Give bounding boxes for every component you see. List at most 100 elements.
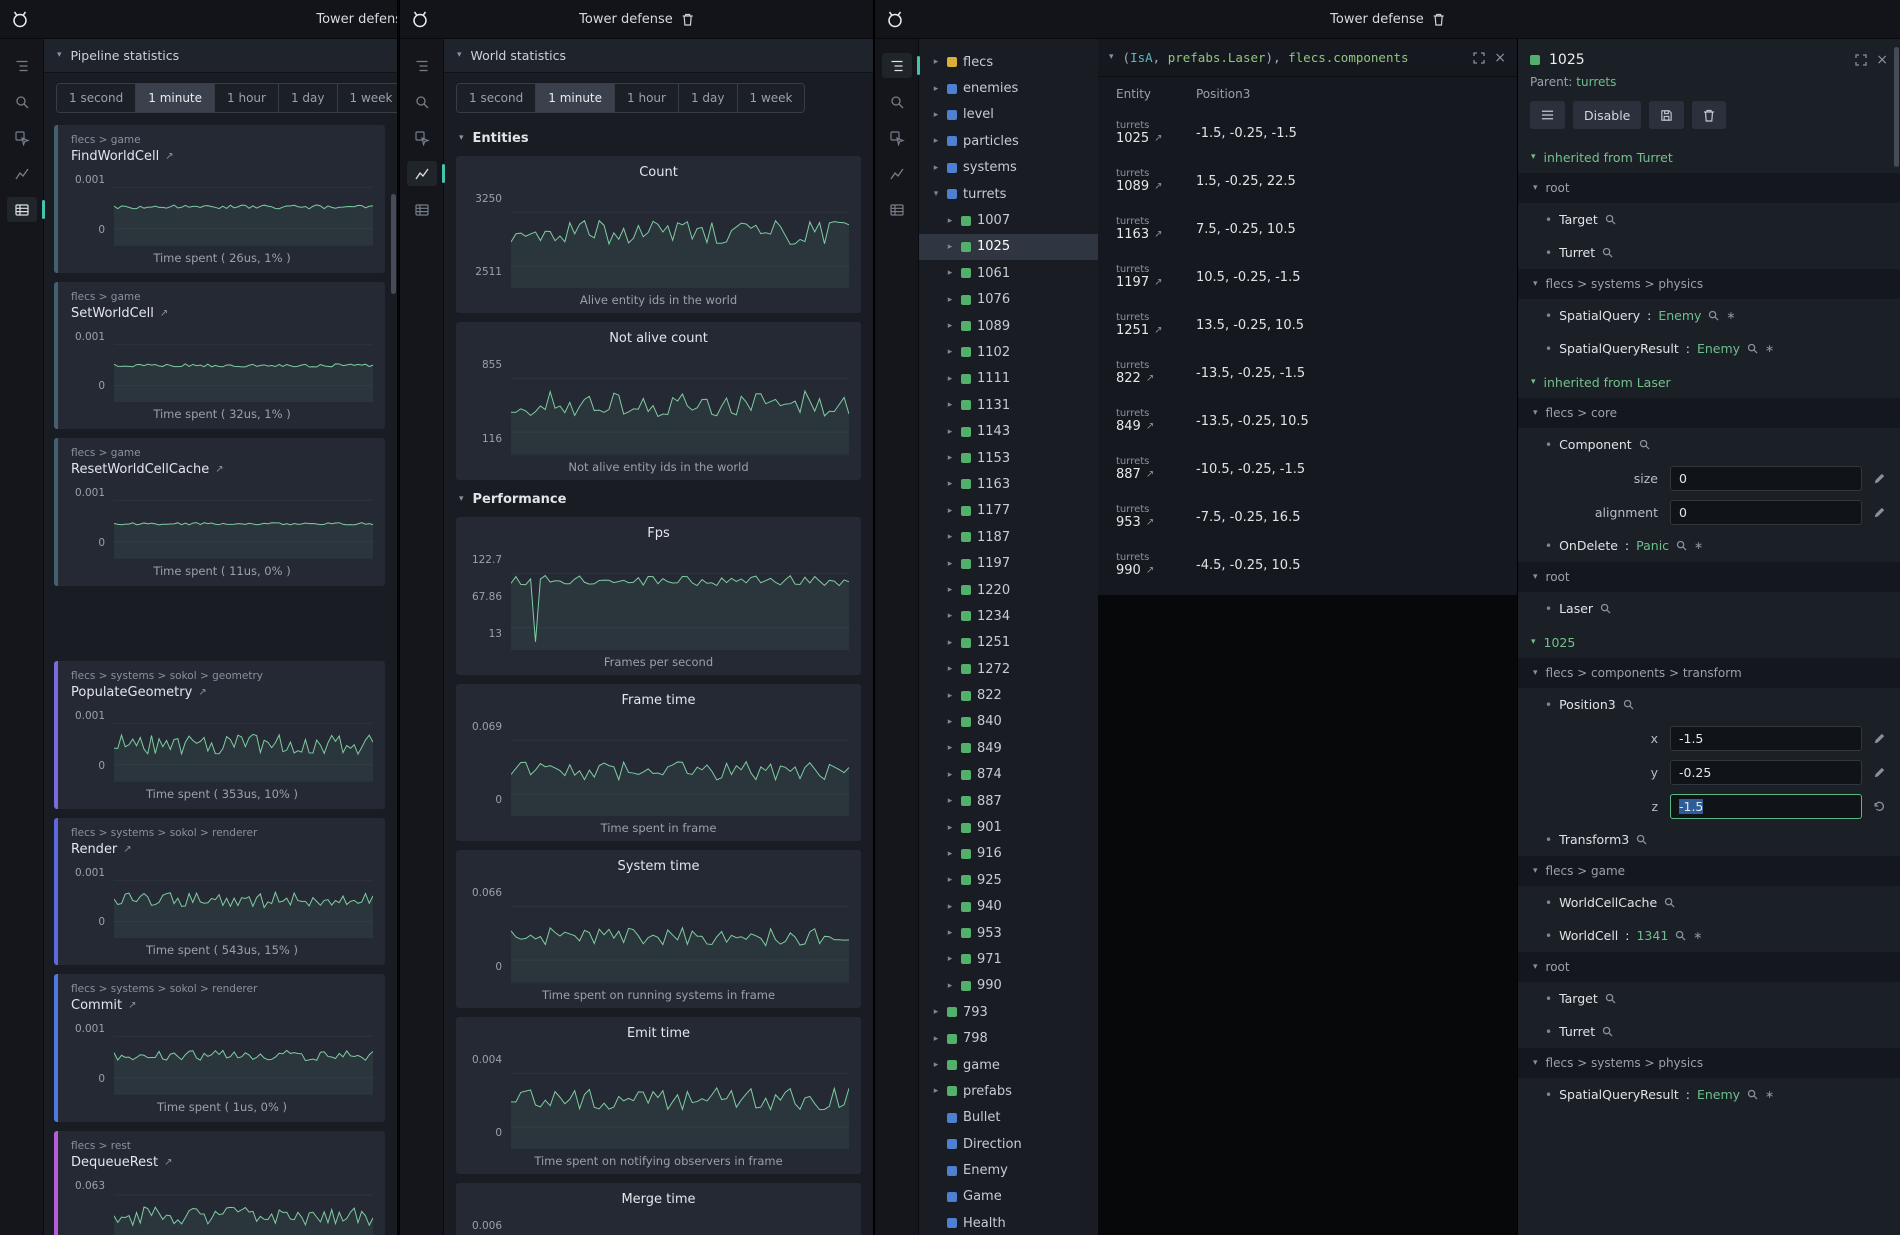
tree-item[interactable]: ▸ 1102 — [919, 339, 1098, 365]
component-row[interactable]: • Laser : ∗ — [1518, 592, 1900, 625]
open-link-icon[interactable]: ↗ — [1146, 469, 1154, 480]
group-path-header[interactable]: ▾ flecs > systems > physics — [1518, 1048, 1900, 1078]
entity-id[interactable]: 887 — [1116, 467, 1141, 482]
open-link-icon[interactable]: ↗ — [164, 1157, 172, 1168]
system-name-link[interactable]: DequeueRest — [71, 1155, 158, 1170]
tree-item[interactable]: ▸ 901 — [919, 814, 1098, 840]
tree-expand-icon[interactable]: ▸ — [931, 110, 941, 120]
open-link-icon[interactable]: ↗ — [165, 151, 173, 162]
component-row[interactable]: • Turret : ∗ — [1518, 1015, 1900, 1048]
tree-expand-icon[interactable]: ▸ — [945, 743, 955, 753]
component-row[interactable]: • Component : ∗ — [1518, 428, 1900, 461]
query-result-row[interactable]: turrets 1197 ↗ 10.5, -0.25, -1.5 — [1098, 253, 1517, 301]
world-stats-chart-icon[interactable] — [7, 161, 37, 186]
magnifier-icon[interactable] — [1675, 930, 1686, 941]
field-input[interactable]: -0.25 — [1670, 760, 1862, 785]
magnifier-icon[interactable] — [1636, 834, 1647, 845]
time-range-button[interactable]: 1 second — [57, 84, 136, 112]
field-input[interactable]: -1.5 — [1670, 726, 1862, 751]
save-button[interactable] — [1649, 101, 1684, 129]
pipeline-panel-header[interactable]: ▾ Pipeline statistics — [44, 39, 397, 73]
tree-expand-icon[interactable]: ▸ — [945, 691, 955, 701]
component-name[interactable]: Target — [1559, 212, 1598, 227]
entity-id[interactable]: 990 — [1116, 563, 1141, 578]
field-input[interactable]: 0 — [1670, 466, 1862, 491]
section-header[interactable]: ▾ inherited from Turret — [1518, 140, 1900, 173]
component-row[interactable]: • SpatialQuery : Enemy ∗ — [1518, 299, 1900, 332]
tree-item[interactable]: ▸ systems — [919, 155, 1098, 181]
component-name[interactable]: Turret — [1559, 245, 1595, 260]
section-header[interactable]: ▾ Entities — [444, 119, 873, 156]
tree-expand-icon[interactable]: ▸ — [931, 1034, 941, 1044]
component-name[interactable]: SpatialQueryResult — [1559, 341, 1679, 356]
open-link-icon[interactable]: ↗ — [1146, 373, 1154, 384]
time-range-button[interactable]: 1 hour — [615, 84, 679, 112]
magnifier-icon[interactable] — [1602, 247, 1613, 258]
query-search-icon[interactable] — [882, 89, 912, 114]
open-link-icon[interactable]: ↗ — [1154, 277, 1162, 288]
component-name[interactable]: Position3 — [1559, 697, 1616, 712]
query-expression[interactable]: (IsA, prefabs.Laser), flecs.components — [1123, 50, 1465, 65]
tree-expand-icon[interactable]: ▸ — [945, 453, 955, 463]
edit-pencil-icon[interactable] — [1871, 507, 1887, 518]
open-link-icon[interactable]: ↗ — [215, 464, 223, 475]
query-result-row[interactable]: turrets 953 ↗ -7.5, -0.25, 16.5 — [1098, 493, 1517, 541]
tree-item[interactable]: ▸ game — [919, 1052, 1098, 1078]
component-name[interactable]: Laser — [1559, 601, 1593, 616]
entity-id[interactable]: 1163 — [1116, 227, 1149, 242]
world-stats-chart-icon[interactable] — [882, 161, 912, 186]
close-query-icon[interactable]: × — [1494, 51, 1506, 65]
tree-item[interactable]: ▸ particles — [919, 128, 1098, 154]
component-name[interactable]: OnDelete — [1559, 538, 1618, 553]
open-link-icon[interactable]: ↗ — [1154, 181, 1162, 192]
magnifier-icon[interactable] — [1605, 993, 1616, 1004]
tree-item[interactable]: ▸ 971 — [919, 946, 1098, 972]
tree-item[interactable]: ▸ 1089 — [919, 313, 1098, 339]
close-inspector-icon[interactable]: × — [1876, 53, 1888, 67]
component-row[interactable]: • Target : ∗ — [1518, 982, 1900, 1015]
expand-inspector-icon[interactable] — [1855, 54, 1867, 66]
tree-item[interactable]: ▸ 1111 — [919, 366, 1098, 392]
time-range-button[interactable]: 1 minute — [536, 84, 615, 112]
tree-expand-icon[interactable]: ▾ — [931, 189, 941, 199]
scrollbar[interactable] — [1893, 39, 1899, 1235]
tree-item[interactable]: ▸ 798 — [919, 1025, 1098, 1051]
tree-expand-icon[interactable]: ▸ — [931, 1060, 941, 1070]
component-name[interactable]: SpatialQueryResult — [1559, 1087, 1679, 1102]
system-name-link[interactable]: SetWorldCell — [71, 306, 154, 321]
magnifier-icon[interactable] — [1676, 540, 1687, 551]
magnifier-icon[interactable] — [1747, 1089, 1758, 1100]
entity-id[interactable]: 1089 — [1116, 179, 1149, 194]
entities-tree-icon[interactable] — [407, 53, 437, 78]
entity-id[interactable]: 1197 — [1116, 275, 1149, 290]
component-name[interactable]: Transform3 — [1559, 832, 1629, 847]
open-link-icon[interactable]: ↗ — [1154, 229, 1162, 240]
tree-expand-icon[interactable]: ▸ — [945, 506, 955, 516]
magnifier-icon[interactable] — [1600, 603, 1611, 614]
tree-expand-icon[interactable]: ▸ — [931, 136, 941, 146]
open-link-icon[interactable]: ↗ — [1146, 565, 1154, 576]
open-link-icon[interactable]: ↗ — [128, 1000, 136, 1011]
component-value[interactable]: Enemy — [1697, 1087, 1740, 1102]
entity-id[interactable]: 822 — [1116, 371, 1141, 386]
query-result-row[interactable]: turrets 887 ↗ -10.5, -0.25, -1.5 — [1098, 445, 1517, 493]
query-search-icon[interactable] — [407, 89, 437, 114]
edit-pencil-icon[interactable] — [1871, 733, 1887, 744]
component-row[interactable]: • Target : ∗ — [1518, 203, 1900, 236]
magnifier-icon[interactable] — [1605, 214, 1616, 225]
tree-expand-icon[interactable]: ▸ — [945, 823, 955, 833]
tree-expand-icon[interactable]: ▸ — [931, 1086, 941, 1096]
tree-expand-icon[interactable]: ▸ — [945, 770, 955, 780]
time-range-button[interactable]: 1 day — [679, 84, 738, 112]
group-path-header[interactable]: ▾ root — [1518, 952, 1900, 982]
time-range-button[interactable]: 1 day — [279, 84, 338, 112]
entity-id[interactable]: 1251 — [1116, 323, 1149, 338]
parent-link[interactable]: turrets — [1576, 75, 1616, 89]
tree-item[interactable]: ▸ 874 — [919, 762, 1098, 788]
tree-item[interactable]: ▸ flecs — [919, 49, 1098, 75]
tree-item[interactable]: ▸ 1234 — [919, 603, 1098, 629]
time-range-button[interactable]: 1 hour — [215, 84, 279, 112]
open-link-icon[interactable]: ↗ — [1154, 325, 1162, 336]
tree-item[interactable]: ▸ 849 — [919, 735, 1098, 761]
group-path-header[interactable]: ▾ flecs > components > transform — [1518, 658, 1900, 688]
